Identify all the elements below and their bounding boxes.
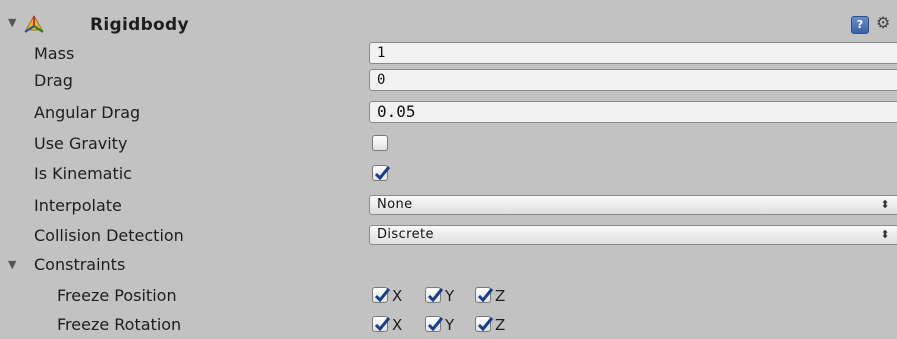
freeze-rotation-y-checkbox[interactable] <box>425 316 444 332</box>
interpolate-row: Interpolate None ⬍ <box>0 192 897 220</box>
freeze-position-row: Freeze Position X Y Z <box>0 282 897 310</box>
constraints-foldout[interactable]: ▼ Constraints <box>0 251 897 279</box>
freeze-position-z-checkbox[interactable] <box>475 287 494 303</box>
freeze-rotation-z-checkbox[interactable] <box>475 316 494 332</box>
is-kinematic-checkbox[interactable] <box>372 165 391 181</box>
checkmark-icon <box>477 288 494 303</box>
checkmark-icon <box>427 288 444 303</box>
freeze-position-x-checkbox[interactable] <box>372 287 391 303</box>
axis-z-label: Z <box>495 316 506 334</box>
angular-drag-row: Angular Drag 0.05 <box>0 99 897 127</box>
interpolate-value: None <box>377 197 413 212</box>
collision-detection-row: Collision Detection Discrete ⬍ <box>0 222 897 250</box>
axis-y-label: Y <box>445 287 455 305</box>
checkmark-icon <box>427 317 444 332</box>
axis-y-label: Y <box>445 316 455 334</box>
use-gravity-label: Use Gravity <box>34 134 128 153</box>
is-kinematic-label: Is Kinematic <box>34 164 132 183</box>
mass-row: Mass 1 <box>0 40 897 68</box>
freeze-rotation-label: Freeze Rotation <box>57 315 182 334</box>
freeze-position-label: Freeze Position <box>57 286 177 305</box>
gear-icon[interactable]: ⚙ <box>876 13 890 32</box>
freeze-position-y-checkbox[interactable] <box>425 287 444 303</box>
angular-drag-label: Angular Drag <box>34 103 141 122</box>
use-gravity-row: Use Gravity <box>0 130 897 158</box>
axis-x-label: X <box>392 287 403 305</box>
is-kinematic-row: Is Kinematic <box>0 160 897 188</box>
checkmark-icon <box>374 317 391 332</box>
interpolate-label: Interpolate <box>34 196 122 215</box>
checkmark-icon <box>374 288 391 303</box>
angular-drag-field[interactable]: 0.05 <box>369 101 897 123</box>
rigidbody-icon <box>24 14 44 33</box>
freeze-rotation-row: Freeze Rotation X Y Z <box>0 311 897 339</box>
freeze-rotation-x-checkbox[interactable] <box>372 316 391 332</box>
inspector-panel: ▼ Rigidbody ? ⚙ Mass 1 Drag 0 Angular Dr… <box>0 0 897 339</box>
fold-triangle-icon[interactable]: ▼ <box>8 16 16 29</box>
checkmark-icon <box>477 317 494 332</box>
collision-detection-value: Discrete <box>377 227 434 242</box>
interpolate-dropdown[interactable]: None ⬍ <box>369 195 897 215</box>
constraints-label: Constraints <box>34 255 126 274</box>
mass-label: Mass <box>34 44 75 63</box>
help-icon[interactable]: ? <box>851 16 869 34</box>
drag-field[interactable]: 0 <box>369 69 897 91</box>
collision-detection-dropdown[interactable]: Discrete ⬍ <box>369 225 897 245</box>
axis-z-label: Z <box>495 287 506 305</box>
dropdown-arrow-icon: ⬍ <box>880 198 890 211</box>
axis-x-label: X <box>392 316 403 334</box>
fold-triangle-icon[interactable]: ▼ <box>8 258 16 271</box>
component-title: Rigidbody <box>90 15 189 35</box>
mass-field[interactable]: 1 <box>369 42 897 64</box>
dropdown-arrow-icon: ⬍ <box>880 228 890 241</box>
rigidbody-component-header[interactable]: ▼ Rigidbody ? ⚙ <box>0 12 897 40</box>
use-gravity-checkbox[interactable] <box>372 135 388 151</box>
checkmark-icon <box>374 166 391 181</box>
collision-detection-label: Collision Detection <box>34 226 184 245</box>
drag-label: Drag <box>34 71 73 90</box>
drag-row: Drag 0 <box>0 67 897 95</box>
